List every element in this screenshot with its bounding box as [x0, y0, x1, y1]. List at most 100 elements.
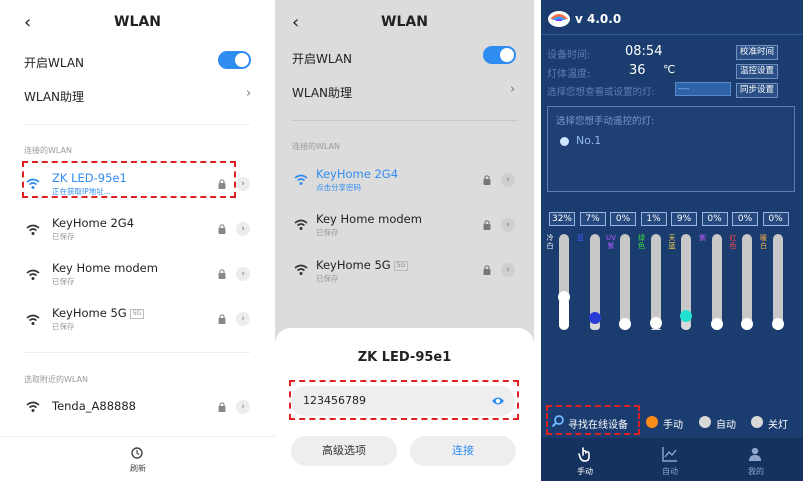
user-icon[interactable]: [748, 446, 764, 462]
5g-badge: 5G: [129, 308, 145, 319]
highlight-box: [22, 161, 236, 198]
manual-lamp-box: 选择您想手动遥控的灯: No.1: [547, 106, 795, 192]
channel-slider[interactable]: [559, 234, 569, 330]
chevron-right-icon: ›: [246, 86, 252, 101]
network-status: 已保存: [316, 228, 339, 237]
lock-icon: [483, 220, 491, 230]
lamp-select[interactable]: ----: [675, 82, 731, 96]
lamp-temp-unit: ℃: [663, 63, 676, 76]
slider-fill: [559, 299, 569, 330]
connected-section-title: 连接的WLAN: [24, 146, 73, 155]
slider-thumb[interactable]: [771, 318, 784, 330]
channel-slider[interactable]: [772, 234, 783, 330]
nearby-section-title: 选取附近的WLAN: [24, 375, 89, 384]
5g-badge: 5G: [393, 260, 409, 271]
connected-section-title: 连接的WLAN: [292, 142, 341, 151]
divider: [541, 34, 803, 35]
lock-icon: [218, 314, 226, 324]
sync-settings-button[interactable]: 同步设置: [736, 83, 779, 98]
channel-label: 天蓝: [668, 234, 676, 250]
channel-label: 绿色: [638, 234, 645, 250]
network-details-button[interactable]: ›: [236, 177, 250, 191]
highlight-box: [289, 380, 519, 420]
channel-slider[interactable]: [711, 234, 722, 330]
channel-label: 紫: [699, 234, 706, 242]
mode-manual-radio[interactable]: [646, 416, 658, 428]
dialog-title: ZK LED-95e1: [357, 350, 452, 365]
slider-thumb[interactable]: [710, 318, 723, 330]
password-dialog: ZK LED-95e1 123456789 高级选项 连接: [275, 328, 534, 481]
slider-thumb[interactable]: [558, 291, 570, 303]
channel-slider[interactable]: [620, 234, 630, 330]
led-control-panel: v 4.0.0 设备时间: 08:54 校准时间 灯体温度: 36 ℃ 温控设置…: [541, 0, 803, 481]
wifi-icon: [294, 264, 308, 275]
calibrate-time-button[interactable]: 校准时间: [736, 45, 779, 60]
network-details-button[interactable]: ›: [236, 267, 250, 281]
network-name-text: KeyHome 5G: [52, 306, 127, 320]
wlan-assistant-row[interactable]: WLAN助理: [292, 84, 352, 101]
lamp-item-label[interactable]: No.1: [576, 134, 601, 147]
wifi-icon: [26, 269, 40, 280]
page-title: WLAN: [381, 14, 428, 30]
channel-percent: 32%: [549, 212, 575, 226]
wifi-icon: [26, 401, 40, 412]
slider-thumb[interactable]: [649, 317, 662, 329]
network-name: KeyHome 2G4: [316, 167, 399, 181]
network-name: KeyHome 2G4: [52, 216, 135, 230]
refresh-icon[interactable]: [130, 446, 144, 460]
network-status: 已保存: [52, 322, 75, 331]
wlan-settings-panel: ‹ WLAN 开启WLAN WLAN助理 › 连接的WLAN ZK LED-95…: [0, 0, 275, 481]
chevron-right-icon: ›: [510, 82, 516, 97]
wlan-toggle[interactable]: [218, 51, 251, 69]
advanced-options-button[interactable]: 高级选项: [291, 436, 397, 466]
wlan-toggle[interactable]: [483, 46, 516, 64]
channel-percent: 1%: [640, 212, 667, 226]
wlan-assistant-row[interactable]: WLAN助理: [24, 88, 84, 105]
divider: [0, 436, 275, 437]
network-name: KeyHome 5G 5G: [52, 306, 145, 320]
hand-pointer-icon[interactable]: [577, 446, 593, 462]
nav-auto[interactable]: 自动: [650, 466, 690, 477]
divider: [24, 124, 250, 125]
network-name: Tenda_A88888: [52, 399, 136, 413]
slider-thumb[interactable]: [680, 310, 692, 322]
refresh-label: 刷新: [130, 464, 146, 473]
network-details-button[interactable]: ›: [236, 312, 250, 326]
nav-profile[interactable]: 我的: [736, 466, 776, 477]
network-details-button[interactable]: ›: [501, 263, 515, 277]
network-name-text: KeyHome 5G: [316, 258, 391, 272]
slider-thumb[interactable]: [619, 318, 631, 330]
lamp-radio-icon[interactable]: [560, 137, 569, 146]
wlan-toggle-label: 开启WLAN: [24, 56, 85, 70]
network-details-button[interactable]: ›: [236, 400, 250, 414]
network-details-button[interactable]: ›: [501, 218, 515, 232]
highlight-box: [546, 405, 640, 435]
channel-slider[interactable]: [742, 234, 752, 330]
channel-percent: 9%: [671, 212, 697, 226]
mode-auto-radio[interactable]: [699, 416, 711, 428]
divider: [292, 120, 518, 121]
channel-label: 红色: [729, 234, 737, 250]
chart-line-icon[interactable]: [662, 446, 678, 462]
header: ‹ WLAN: [0, 12, 275, 36]
mode-off-radio[interactable]: [751, 416, 763, 428]
channel-label: UV紫: [606, 234, 616, 250]
network-details-button[interactable]: ›: [501, 173, 515, 187]
slider-thumb[interactable]: [588, 312, 601, 324]
temp-control-button[interactable]: 温控设置: [736, 64, 779, 79]
channel-label: 暖白: [760, 234, 767, 250]
wlan-toggle-label: 开启WLAN: [292, 52, 353, 66]
manual-lamp-prompt: 选择您想手动遥控的灯:: [556, 116, 655, 127]
network-details-button[interactable]: ›: [236, 222, 250, 236]
wifi-icon: [26, 224, 40, 235]
lock-icon: [218, 269, 226, 279]
nav-manual[interactable]: 手动: [565, 466, 605, 477]
channel-percent: 0%: [762, 212, 789, 226]
app-logo-icon: [548, 11, 570, 27]
wifi-icon: [294, 174, 308, 185]
slider-thumb[interactable]: [741, 318, 753, 330]
network-status: 已保存: [52, 277, 75, 286]
connect-button[interactable]: 连接: [410, 436, 516, 466]
network-status: 点击分享密码: [316, 183, 361, 192]
channel-slider[interactable]: [650, 234, 661, 330]
